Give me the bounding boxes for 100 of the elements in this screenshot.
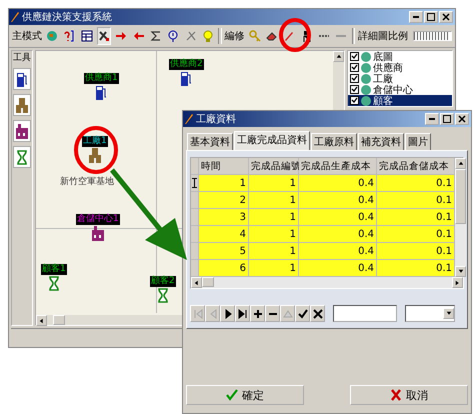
- close-button[interactable]: [455, 113, 469, 125]
- hourglass-icon: [46, 276, 61, 291]
- scroll-arrow-button[interactable]: [455, 158, 466, 169]
- table-cell: 1: [249, 175, 299, 192]
- checkbox[interactable]: [350, 85, 359, 94]
- tab[interactable]: 工廠完成品資料: [234, 131, 310, 150]
- hourglass-button[interactable]: [13, 146, 31, 168]
- close-button[interactable]: [439, 11, 453, 23]
- input-field[interactable]: [333, 305, 397, 322]
- scroll-arrow-button[interactable]: [452, 277, 463, 288]
- delete-button[interactable]: [265, 305, 280, 322]
- horizontal-scrollbar[interactable]: [191, 277, 463, 288]
- insert-button[interactable]: [250, 305, 265, 322]
- table-cell: 0.4: [299, 175, 377, 192]
- scroll-arrow-button[interactable]: [191, 277, 202, 288]
- fuel-pump-icon: [179, 71, 194, 86]
- panel-title: 工具: [13, 52, 31, 64]
- vertical-scrollbar[interactable]: [455, 158, 466, 277]
- table-cell: 0.4: [299, 243, 377, 260]
- scroll-arrow-button[interactable]: [443, 308, 454, 319]
- minimize-button[interactable]: [409, 11, 423, 23]
- sigma-icon: [150, 30, 162, 42]
- checkbox[interactable]: [350, 63, 359, 72]
- toolbar-label: 主模式: [12, 30, 42, 43]
- scroll-thumb[interactable]: [202, 277, 214, 287]
- cancel-button[interactable]: [310, 305, 325, 322]
- scroll-arrow-button[interactable]: [455, 266, 466, 277]
- column-header[interactable]: 完成品生產成本: [299, 158, 377, 175]
- table-cell: 0.4: [299, 226, 377, 243]
- triangle-icon: [38, 318, 44, 324]
- table-cell: 3: [199, 209, 249, 226]
- scroll-arrow-button[interactable]: [36, 315, 47, 326]
- globe-icon: [46, 30, 58, 42]
- minimize-icon: [413, 16, 419, 18]
- layer-item[interactable]: 倉儲中心: [348, 84, 452, 95]
- node-label: 倉儲中心1: [76, 214, 120, 225]
- tools-button[interactable]: [96, 27, 112, 45]
- pen-icon: [11, 12, 19, 22]
- tab[interactable]: 工廠原料: [311, 133, 357, 150]
- building-icon: [15, 124, 29, 138]
- scroll-thumb[interactable]: [455, 169, 466, 224]
- help-icon: [63, 30, 76, 42]
- window-title: 供應鏈決策支援系統: [22, 10, 112, 24]
- person-icon: [300, 30, 313, 42]
- next-button[interactable]: [220, 305, 235, 322]
- dropdown[interactable]: [405, 305, 455, 322]
- building-button[interactable]: [13, 120, 31, 142]
- annotation-circle: [279, 18, 311, 52]
- maximize-button[interactable]: [440, 113, 454, 125]
- layer-item[interactable]: 供應商: [348, 62, 452, 73]
- ok-button[interactable]: 確定: [186, 385, 304, 405]
- fuel-pump-icon: [15, 72, 29, 86]
- table-cell: 5: [199, 243, 249, 260]
- table-icon: [80, 30, 93, 42]
- map-node[interactable]: [88, 148, 102, 163]
- scroll-arrow-button[interactable]: [333, 51, 344, 62]
- building-icon: [90, 226, 105, 241]
- triangle-icon: [238, 308, 248, 318]
- scroll-thumb[interactable]: [53, 315, 65, 325]
- map-node[interactable]: [90, 226, 105, 241]
- triangle-icon: [194, 280, 200, 286]
- scale-slider[interactable]: [413, 31, 452, 41]
- tab[interactable]: 圖片: [405, 133, 431, 150]
- bulb-icon: [202, 30, 214, 42]
- layer-item[interactable]: 顧客: [348, 95, 452, 106]
- column-header[interactable]: 時間: [199, 158, 249, 175]
- map-node[interactable]: [156, 288, 170, 303]
- last-button[interactable]: [235, 305, 250, 322]
- table-cell: 1: [249, 192, 299, 209]
- tab[interactable]: 基本資料: [187, 133, 233, 150]
- fuel-pump-button[interactable]: [13, 68, 31, 90]
- map-node[interactable]: [179, 71, 194, 86]
- triangle-icon: [282, 308, 292, 318]
- minimize-button[interactable]: [425, 113, 439, 125]
- map-node[interactable]: [94, 85, 108, 100]
- tab[interactable]: 補充資料: [358, 133, 404, 150]
- layer-item[interactable]: 底圖: [348, 51, 452, 62]
- factory-button[interactable]: [13, 94, 31, 116]
- row-indicator[interactable]: [191, 175, 199, 192]
- map-node[interactable]: [46, 276, 61, 291]
- close-icon: [442, 13, 450, 21]
- triangle-icon: [336, 54, 342, 60]
- dialog-title: 工廠資料: [196, 112, 236, 126]
- fuel-pump-icon: [94, 85, 108, 100]
- column-header[interactable]: 完成品倉儲成本: [377, 158, 455, 175]
- cancel-button[interactable]: 取消: [350, 385, 468, 405]
- minimize-icon: [429, 118, 435, 120]
- maximize-button[interactable]: [424, 11, 438, 23]
- checkbox[interactable]: [350, 52, 359, 61]
- node-label: 工廠1: [82, 136, 108, 147]
- checkbox[interactable]: [350, 74, 359, 83]
- triangle-icon: [192, 308, 202, 318]
- checkbox[interactable]: [350, 96, 359, 105]
- post-button[interactable]: [295, 305, 310, 322]
- table-cell: 0.4: [299, 209, 377, 226]
- cross-icon: [390, 389, 402, 401]
- check-icon: [298, 308, 308, 318]
- layer-item[interactable]: 工廠: [348, 73, 452, 84]
- node-label: 顧客2: [150, 276, 176, 287]
- table-cell: 0.4: [299, 192, 377, 209]
